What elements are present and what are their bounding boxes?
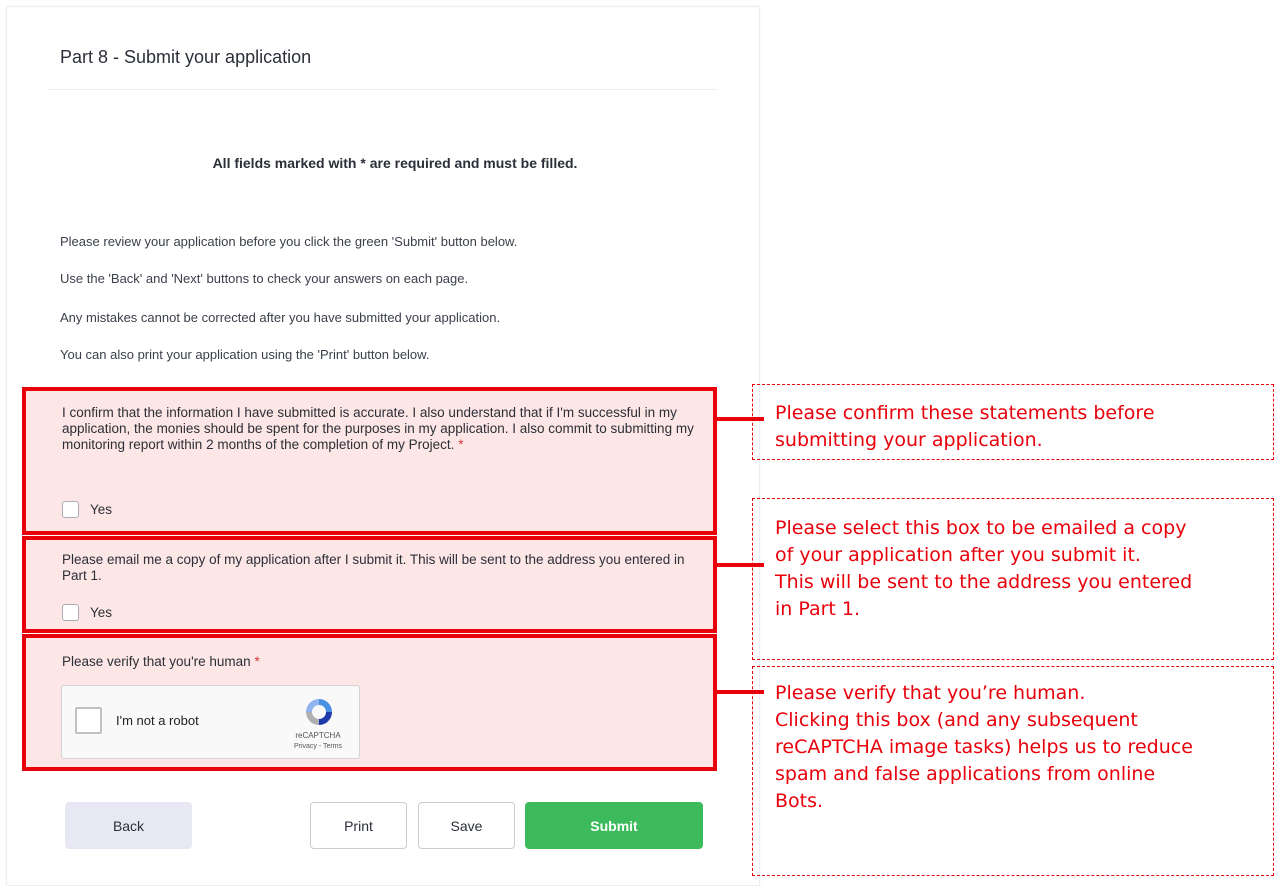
instruction-print: You can also print your application usin… bbox=[60, 347, 430, 362]
required-asterisk: * bbox=[254, 654, 260, 669]
recaptcha-privacy-terms-link[interactable]: Privacy - Terms bbox=[282, 743, 354, 750]
verify-human-text: Please verify that you're human bbox=[62, 654, 251, 669]
instruction-mistakes: Any mistakes cannot be corrected after y… bbox=[60, 310, 501, 325]
confirm-statement-body: I confirm that the information I have su… bbox=[62, 405, 694, 452]
confirm-statement-text: I confirm that the information I have su… bbox=[62, 405, 712, 453]
verify-human-label: Please verify that you're human * bbox=[62, 654, 712, 670]
title-divider bbox=[47, 89, 717, 90]
recaptcha-checkbox[interactable] bbox=[75, 707, 102, 734]
confirm-callout-text: Please confirm these statements before s… bbox=[775, 402, 1155, 451]
confirm-yes-checkbox[interactable] bbox=[62, 501, 79, 518]
email-copy-yes-label: Yes bbox=[90, 605, 113, 620]
verify-callout-connector bbox=[717, 690, 764, 694]
email-copy-yes-checkbox[interactable] bbox=[62, 604, 79, 621]
instruction-navigation: Use the 'Back' and 'Next' buttons to che… bbox=[60, 271, 469, 286]
verify-callout-text: Please verify that you’re human. Clickin… bbox=[775, 682, 1193, 812]
instruction-review: Please review your application before yo… bbox=[60, 234, 518, 249]
save-button[interactable]: Save bbox=[418, 802, 515, 849]
recaptcha-widget: I'm not a robot reCAPTCHA Privacy - Term… bbox=[61, 685, 360, 759]
email-callout-text: Please select this box to be emailed a c… bbox=[775, 517, 1193, 620]
recaptcha-brand: reCAPTCHA bbox=[295, 731, 341, 740]
back-button[interactable]: Back bbox=[65, 802, 192, 849]
email-callout-connector bbox=[717, 563, 764, 567]
submit-button[interactable]: Submit bbox=[525, 802, 703, 849]
required-asterisk: * bbox=[458, 437, 464, 452]
recaptcha-logo-icon bbox=[306, 699, 332, 725]
required-fields-note: All fields marked with * are required an… bbox=[212, 155, 578, 171]
print-button[interactable]: Print bbox=[310, 802, 407, 849]
confirm-yes-label: Yes bbox=[90, 502, 113, 517]
page-title: Part 8 - Submit your application bbox=[60, 47, 312, 67]
confirm-callout-connector bbox=[717, 417, 764, 421]
recaptcha-label: I'm not a robot bbox=[116, 713, 199, 728]
email-copy-field bbox=[22, 536, 717, 633]
email-copy-text: Please email me a copy of my application… bbox=[62, 552, 685, 583]
